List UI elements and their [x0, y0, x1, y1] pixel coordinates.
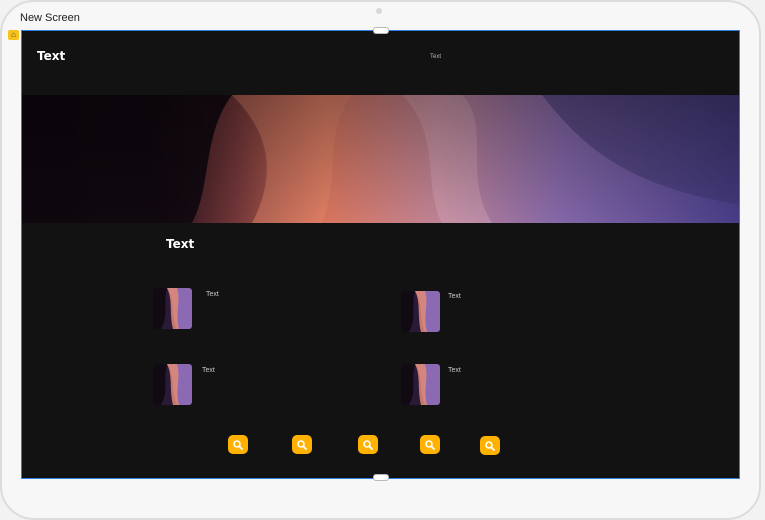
hero-image	[22, 95, 739, 223]
search-button[interactable]	[480, 436, 500, 455]
search-button[interactable]	[358, 435, 378, 454]
search-button[interactable]	[228, 435, 248, 454]
search-icon	[425, 439, 435, 450]
search-icon	[363, 439, 373, 450]
header-subtitle: Text	[430, 54, 442, 60]
card-label: Text	[448, 293, 461, 300]
home-icon[interactable]: ⌂	[8, 30, 19, 40]
search-icon	[485, 440, 495, 451]
screen-name-label: New Screen	[20, 12, 80, 24]
resize-handle-top[interactable]	[373, 27, 389, 34]
card-label: Text	[206, 291, 219, 298]
section-title: Text	[166, 237, 195, 251]
card-label: Text	[448, 367, 461, 374]
card-thumbnail[interactable]	[153, 288, 192, 329]
resize-handle-bottom[interactable]	[373, 474, 389, 481]
search-icon	[297, 439, 307, 450]
camera-dot	[376, 8, 382, 14]
header-title: Text	[37, 49, 66, 63]
card-thumbnail[interactable]	[401, 291, 440, 332]
screen-canvas[interactable]: Text Text Text Text Text Text Text	[21, 30, 740, 479]
search-button[interactable]	[292, 435, 312, 454]
card-thumbnail[interactable]	[153, 364, 192, 405]
search-button[interactable]	[420, 435, 440, 454]
card-thumbnail[interactable]	[401, 364, 440, 405]
card-label: Text	[202, 367, 215, 374]
search-icon	[233, 439, 243, 450]
